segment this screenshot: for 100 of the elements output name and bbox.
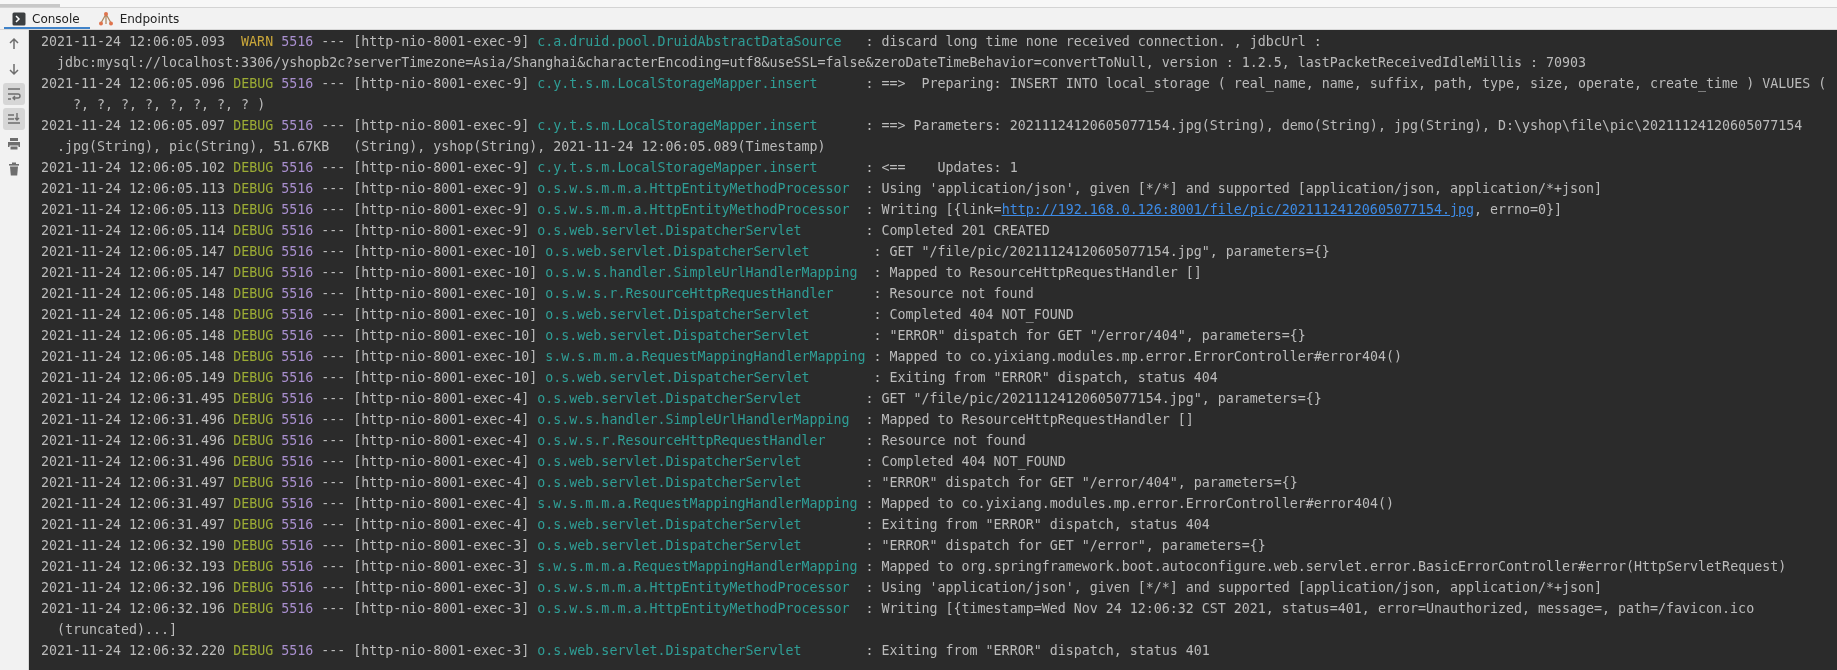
log-message: : Writing [{link= [865,201,1002,219]
process-id: 5516 [281,369,314,387]
process-id: 5516 [281,327,314,345]
log-separator: --- [321,306,346,324]
process-id: 5516 [281,159,314,177]
soft-wrap-icon[interactable] [3,83,25,105]
log-level: DEBUG [233,411,274,429]
log-message: .jpg(String), pic(String), 51.67KB (String), yshop(String), 2021-11-24 12:06:05.089(Timestamp) [57,138,826,156]
logger-name: o.s.w.s.r.ResourceHttpRequestHandler [537,432,827,450]
logger-name: o.s.web.servlet.DispatcherServlet [545,327,811,345]
log-level: WARN [240,33,274,51]
log-message: : GET "/file/pic/20211124120605077154.jpg", parameters={} [873,243,1330,261]
log-message: : Mapped to org.springframework.boot.autoconfigure.web.servlet.error.BasicErrorController#error(HttpServletRequest) [865,558,1787,576]
log-separator: --- [321,516,346,534]
process-id: 5516 [281,390,314,408]
process-id: 5516 [281,600,314,618]
log-message: : Exiting from "ERROR" dispatch, status 401 [865,642,1210,660]
thread-name: [http-nio-8001-exec-4] [353,411,530,429]
log-separator: --- [321,369,346,387]
log-level: DEBUG [233,600,274,618]
logger-name: o.s.w.s.handler.SimpleUrlHandlerMapping [537,411,851,429]
log-timestamp: 2021-11-24 12:06:31.496 [41,453,226,471]
log-separator: --- [321,579,346,597]
thread-name: [http-nio-8001-exec-9] [353,222,530,240]
log-message: : Using 'application/json', given [*/*] and supported [application/json, application/*+json] [865,579,1603,597]
log-separator: --- [321,159,346,177]
scroll-to-end-icon[interactable] [3,108,25,130]
thread-name: [http-nio-8001-exec-3] [353,600,530,618]
logger-name: c.y.t.s.m.LocalStorageMapper.insert [537,75,819,93]
log-level: DEBUG [233,117,274,135]
log-separator: --- [321,33,346,51]
log-level: DEBUG [233,180,274,198]
log-message: : Using 'application/json', given [*/*] and supported [application/json, application/*+json] [865,180,1603,198]
log-timestamp: 2021-11-24 12:06:32.190 [41,537,226,555]
thread-name: [http-nio-8001-exec-10] [353,348,538,366]
logger-name: o.s.w.s.m.m.a.HttpEntityMethodProcessor [537,600,851,618]
log-timestamp: 2021-11-24 12:06:05.148 [41,327,226,345]
log-level: DEBUG [233,642,274,660]
thread-name: [http-nio-8001-exec-3] [353,579,530,597]
log-level: DEBUG [233,390,274,408]
log-level: DEBUG [233,285,274,303]
log-timestamp: 2021-11-24 12:06:31.497 [41,474,226,492]
process-id: 5516 [281,642,314,660]
logger-name: c.y.t.s.m.LocalStorageMapper.insert [537,117,819,135]
logger-name: o.s.web.servlet.DispatcherServlet [537,537,803,555]
log-level: DEBUG [233,453,274,471]
log-timestamp: 2021-11-24 12:06:31.496 [41,432,226,450]
thread-name: [http-nio-8001-exec-4] [353,453,530,471]
panel-tab[interactable]: Endpoints [89,8,190,29]
log-separator: --- [321,495,346,513]
log-timestamp: 2021-11-24 12:06:05.148 [41,348,226,366]
log-message: : "ERROR" dispatch for GET "/error/404", parameters={} [865,474,1298,492]
process-id: 5516 [281,180,314,198]
process-id: 5516 [281,201,314,219]
logger-name: o.s.web.servlet.DispatcherServlet [537,453,803,471]
log-message: : Completed 201 CREATED [865,222,1050,240]
thread-name: [http-nio-8001-exec-10] [353,264,538,282]
thread-name: [http-nio-8001-exec-9] [353,201,530,219]
logger-name: o.s.web.servlet.DispatcherServlet [537,642,803,660]
thread-name: [http-nio-8001-exec-10] [353,243,538,261]
log-timestamp: 2021-11-24 12:06:32.196 [41,579,226,597]
thread-name: [http-nio-8001-exec-10] [353,285,538,303]
log-level: DEBUG [233,432,274,450]
logger-name: o.s.web.servlet.DispatcherServlet [537,516,803,534]
log-separator: --- [321,222,346,240]
log-level: DEBUG [233,243,274,261]
log-level: DEBUG [233,495,274,513]
log-level: DEBUG [233,474,274,492]
log-timestamp: 2021-11-24 12:06:31.497 [41,495,226,513]
log-timestamp: 2021-11-24 12:06:05.148 [41,306,226,324]
log-message: : ==> Parameters: 20211124120605077154.jpg(String), demo(String), jpg(String), D:\yshop\file\pic\20211124120605077154 [865,117,1803,135]
log-separator: --- [321,453,346,471]
log-separator: --- [321,180,346,198]
log-level: DEBUG [233,516,274,534]
log-level: DEBUG [233,369,274,387]
log-separator: --- [321,117,346,135]
log-level: DEBUG [233,306,274,324]
log-level: DEBUG [233,201,274,219]
logger-name: s.w.s.m.m.a.RequestMappingHandlerMapping [545,348,866,366]
log-separator: --- [321,432,346,450]
logger-name: o.s.web.servlet.DispatcherServlet [537,222,803,240]
log-timestamp: 2021-11-24 12:06:05.148 [41,285,226,303]
log-message: : GET "/file/pic/20211124120605077154.jpg", parameters={} [865,390,1322,408]
log-level: DEBUG [233,75,274,93]
log-message: : "ERROR" dispatch for GET "/error/404", parameters={} [873,327,1306,345]
thread-name: [http-nio-8001-exec-4] [353,474,530,492]
thread-name: [http-nio-8001-exec-9] [353,180,530,198]
process-id: 5516 [281,306,314,324]
log-level: DEBUG [233,348,274,366]
log-message: : Exiting from "ERROR" dispatch, status 404 [873,369,1218,387]
log-separator: --- [321,264,346,282]
log-timestamp: 2021-11-24 12:06:05.147 [41,243,226,261]
process-id: 5516 [281,474,314,492]
process-id: 5516 [281,453,314,471]
process-id: 5516 [281,243,314,261]
process-id: 5516 [281,285,314,303]
link[interactable]: http://192.168.0.126:8001/file/pic/20211124120605077154.jpg [1001,199,1474,220]
endpoints-icon [97,10,114,27]
log-timestamp: 2021-11-24 12:06:05.097 [41,117,226,135]
log-timestamp: 2021-11-24 12:06:05.096 [41,75,226,93]
